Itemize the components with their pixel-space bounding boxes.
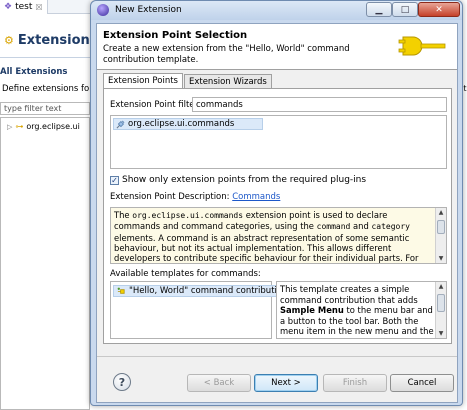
extension-point-icon: ⊶ [15,122,24,131]
template-description: This template creates a simple command c… [276,281,447,339]
extension-tabs: Extension Points Extension Wizards [103,73,273,88]
cancel-button[interactable]: Cancel [390,374,454,392]
template-scrollbar[interactable]: ▲ ▼ [435,282,446,338]
scroll-down-icon[interactable]: ▼ [436,329,446,338]
close-button[interactable]: ✕ [418,2,460,17]
template-text-bold: Sample Menu [280,305,344,315]
tab-extension-points[interactable]: Extension Points [103,73,183,88]
tree-item-label: org.eclipse.ui [26,122,80,131]
scroll-up-icon[interactable]: ▲ [436,282,446,291]
scroll-thumb[interactable] [437,294,445,312]
description-text: The org.eclipse.ui.commands extension po… [114,210,432,264]
description-code: category [371,222,410,232]
editor-tab-label: test [15,2,33,12]
minimize-icon: ▁ [375,4,383,15]
description-label-row: Extension Point Description: Commands [110,192,280,202]
close-icon[interactable]: ☒ [35,3,42,12]
extension-point-list[interactable]: org.eclipse.ui.commands [110,115,447,169]
commands-link[interactable]: Commands [232,192,280,202]
next-button[interactable]: Next > [254,374,318,392]
dialog-client-area: Extension Point Selection Create a new e… [96,23,458,403]
list-item[interactable]: "Hello, World" command contribution [113,285,292,297]
close-icon: ✕ [435,4,443,15]
minimize-button[interactable]: ▁ [366,2,392,17]
list-item[interactable]: org.eclipse.ui.commands [113,118,263,130]
dialog-titlebar[interactable]: New Extension ▁ □ ✕ [91,1,462,20]
description-code: command [316,222,351,232]
required-plugins-checkbox[interactable]: ✓ [110,175,119,185]
define-extensions-text: Define extensions for [2,84,93,94]
dialog-title: New Extension [115,5,182,15]
extension-point-name: org.eclipse.ui.commands [128,119,235,129]
extensions-heading: ⚙ Extensions [4,33,98,48]
extensions-title: Extensions [17,33,98,48]
extension-filter-input[interactable]: type filter text [0,102,90,115]
template-icon [117,287,125,294]
tab-extension-wizards[interactable]: Extension Wizards [183,74,272,88]
back-button[interactable]: < Back [187,374,251,392]
extensions-icon: ⚙ [4,34,14,47]
finish-button[interactable]: Finish [323,374,387,392]
description-text-part: The [114,210,133,220]
all-extensions-section: All Extensions [0,67,68,77]
filter-label: Extension Point filter: [110,100,201,110]
required-plugins-checkbox-row[interactable]: ✓ Show only extension points from the re… [110,175,366,185]
template-name: "Hello, World" command contribution [129,286,288,296]
templates-label: Available templates for commands: [110,269,261,279]
description-label: Extension Point Description: [110,192,230,202]
wizard-page-title: Extension Point Selection [103,30,248,41]
new-extension-dialog: New Extension ▁ □ ✕ Extension Point Sele… [90,0,463,406]
plug-icon [116,120,125,128]
extensions-tree[interactable]: ▷ ⊶ org.eclipse.ui [0,117,90,410]
editor-tab-test[interactable]: ❖ test ☒ [0,0,48,14]
description-text-part: elements. A command is an abstract repre… [114,232,419,264]
maximize-icon: □ [400,4,410,15]
expand-arrow-icon[interactable]: ▷ [7,123,12,131]
help-icon: ? [118,375,126,389]
scroll-down-icon[interactable]: ▼ [436,254,446,263]
divider [0,57,90,58]
editor-tab-bar: ❖ test ☒ [0,0,90,14]
footer-divider [97,356,457,357]
help-button[interactable]: ? [113,373,131,391]
description-code: org.eclipse.ui.commands [132,211,244,220]
template-text-part: This template creates a simple command c… [280,284,418,305]
wizard-header: Extension Point Selection Create a new e… [97,24,457,70]
scroll-up-icon[interactable]: ▲ [436,208,446,217]
description-scrollbar[interactable]: ▲ ▼ [435,208,446,263]
checkbox-label: Show only extension points from the requ… [122,175,367,185]
templates-list[interactable]: "Hello, World" command contribution [110,281,292,339]
description-text-part: and [350,221,372,232]
template-description-text: This template creates a simple command c… [280,284,435,338]
extension-point-description: The org.eclipse.ui.commands extension po… [110,207,447,264]
eclipse-icon [97,4,109,16]
maximize-button[interactable]: □ [392,2,418,17]
extension-point-filter-input[interactable] [192,97,447,112]
extension-points-panel: Extension Point filter: org.eclipse.ui.c… [103,88,452,344]
tree-item[interactable]: ▷ ⊶ org.eclipse.ui [7,122,80,131]
scroll-thumb[interactable] [437,220,445,234]
plug-in-banner-icon [398,36,446,56]
wizard-page-description: Create a new extension from the "Hello, … [103,44,350,65]
plugin-icon: ❖ [4,2,13,12]
